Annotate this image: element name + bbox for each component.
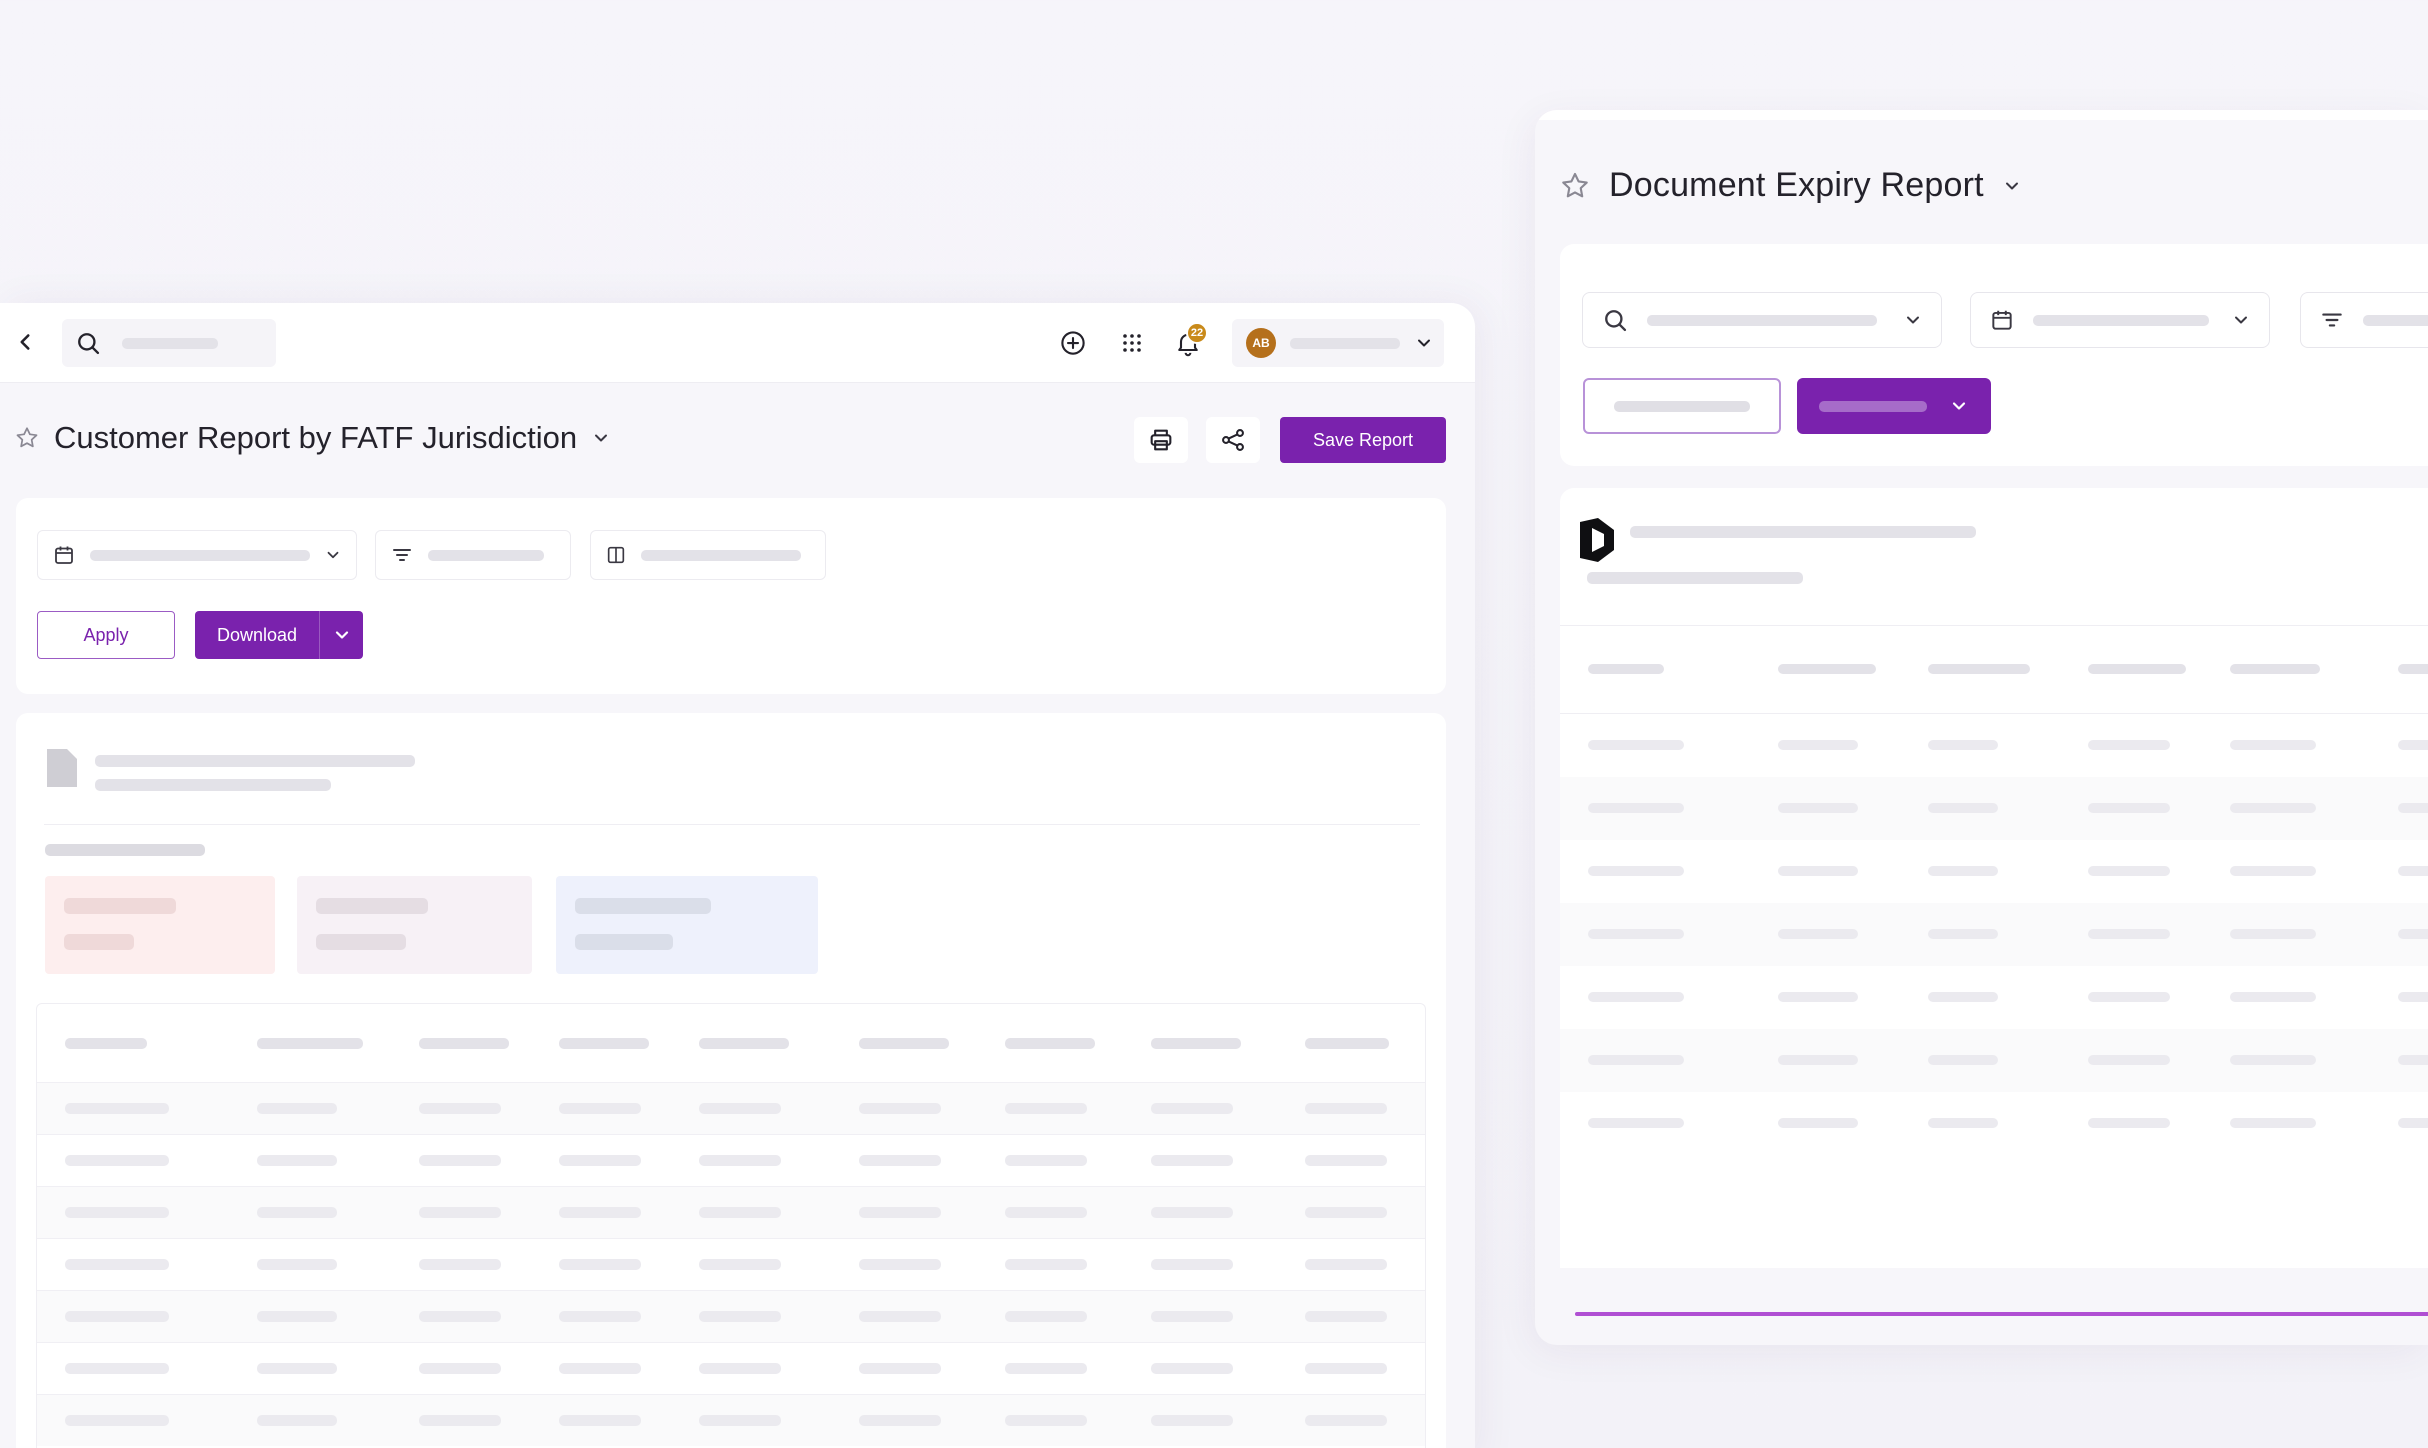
customer-report-window: 22 AB Customer Report by FATF Jurisdicti… [0, 303, 1475, 1448]
report-table [36, 1003, 1426, 1448]
page-title: Document Expiry Report [1609, 166, 1984, 204]
filter-icon [2319, 307, 2345, 333]
column-header [1928, 664, 2030, 674]
global-search-input[interactable] [62, 319, 276, 367]
favorite-star-icon[interactable] [14, 425, 40, 451]
apply-button[interactable]: Apply [37, 611, 175, 659]
placeholder-text [95, 779, 331, 791]
table-row[interactable] [37, 1394, 1425, 1446]
placeholder-text [122, 337, 218, 349]
secondary-action-button[interactable] [1583, 378, 1781, 434]
divider [1560, 625, 2428, 626]
placeholder-text [2033, 314, 2209, 326]
page-title: Customer Report by FATF Jurisdiction [54, 420, 578, 455]
document-icon [45, 747, 79, 789]
download-button[interactable]: Download [195, 611, 363, 659]
table-row[interactable] [37, 1290, 1425, 1342]
chevron-down-icon [1903, 310, 1923, 330]
top-navigation-bar: 22 AB [0, 303, 1475, 383]
chevron-down-icon [1949, 396, 1969, 416]
table-row[interactable] [1560, 777, 2428, 840]
table-header-row [1560, 628, 2428, 714]
column-header [1778, 664, 1876, 674]
date-range-select[interactable] [37, 530, 357, 580]
progress-bar [1575, 1312, 2428, 1316]
back-chevron-left-icon[interactable] [12, 329, 38, 355]
table-row[interactable] [37, 1134, 1425, 1186]
placeholder-text [428, 549, 544, 561]
add-plus-circle-icon[interactable] [1057, 327, 1089, 359]
date-range-select[interactable] [1970, 292, 2270, 348]
chevron-down-icon [1414, 333, 1434, 353]
report-title-row: Document Expiry Report [1559, 166, 2022, 205]
search-icon [74, 329, 102, 357]
download-button-label: Download [217, 624, 298, 645]
column-header [1588, 664, 1664, 674]
column-header [2088, 664, 2186, 674]
share-button[interactable] [1206, 417, 1260, 463]
table-row[interactable] [1560, 714, 2428, 777]
placeholder-text [90, 549, 310, 561]
filter-select[interactable] [375, 530, 571, 580]
placeholder-text [1587, 572, 1803, 584]
window-top-edge [1535, 110, 2428, 120]
stat-tile [556, 876, 818, 974]
column-header [2398, 664, 2428, 674]
apps-grid-icon[interactable] [1116, 327, 1148, 359]
user-menu[interactable]: AB [1232, 319, 1444, 367]
table-row[interactable] [1560, 1029, 2428, 1092]
filter-card: Apply Download [16, 498, 1446, 694]
search-icon [1601, 306, 1629, 334]
avatar: AB [1246, 328, 1276, 358]
notification-count-badge: 22 [1186, 322, 1208, 344]
printer-icon [1147, 426, 1175, 454]
search-select[interactable] [1582, 292, 1942, 348]
table-row[interactable] [37, 1342, 1425, 1394]
title-chevron-down-icon[interactable] [591, 428, 611, 448]
table-row[interactable] [37, 1186, 1425, 1238]
section-label-placeholder [45, 844, 205, 856]
table-row[interactable] [37, 1082, 1425, 1134]
chevron-down-icon [324, 546, 342, 564]
placeholder-text [1630, 526, 1976, 538]
columns-icon [605, 544, 627, 566]
stat-tile [45, 876, 275, 974]
save-report-button[interactable]: Save Report [1280, 417, 1446, 463]
primary-action-button[interactable] [1797, 378, 1991, 434]
document-expiry-report-window: Document Expiry Report [1535, 110, 2428, 1345]
share-icon [1219, 426, 1247, 454]
placeholder-text [641, 549, 801, 561]
filter-select[interactable] [2300, 292, 2428, 348]
placeholder-text [2363, 314, 2428, 326]
calendar-icon [1989, 307, 2015, 333]
placeholder-text [1290, 337, 1400, 349]
table-row[interactable] [37, 1238, 1425, 1290]
report-card [16, 713, 1446, 1448]
table-header-row [37, 1004, 1425, 1082]
table-row[interactable] [1560, 903, 2428, 966]
calendar-icon [52, 543, 76, 567]
table-row[interactable] [1560, 840, 2428, 903]
report-title-row: Customer Report by FATF Jurisdiction [14, 420, 611, 456]
download-chevron-down-icon[interactable] [320, 625, 363, 645]
print-button[interactable] [1134, 417, 1188, 463]
placeholder-text [1647, 314, 1877, 326]
report-table-card [1560, 488, 2428, 1316]
column-header [2230, 664, 2320, 674]
placeholder-text [1614, 400, 1750, 412]
company-logo [1576, 516, 1618, 564]
placeholder-text [1819, 400, 1927, 412]
columns-select[interactable] [590, 530, 826, 580]
divider [44, 824, 1420, 825]
stat-tile [297, 876, 532, 974]
favorite-star-icon[interactable] [1559, 170, 1591, 202]
table-row[interactable] [1560, 966, 2428, 1029]
chevron-down-icon [2231, 310, 2251, 330]
table-row[interactable] [1560, 1092, 2428, 1155]
title-chevron-down-icon[interactable] [2002, 176, 2022, 196]
placeholder-text [95, 755, 415, 767]
filter-icon [390, 543, 414, 567]
